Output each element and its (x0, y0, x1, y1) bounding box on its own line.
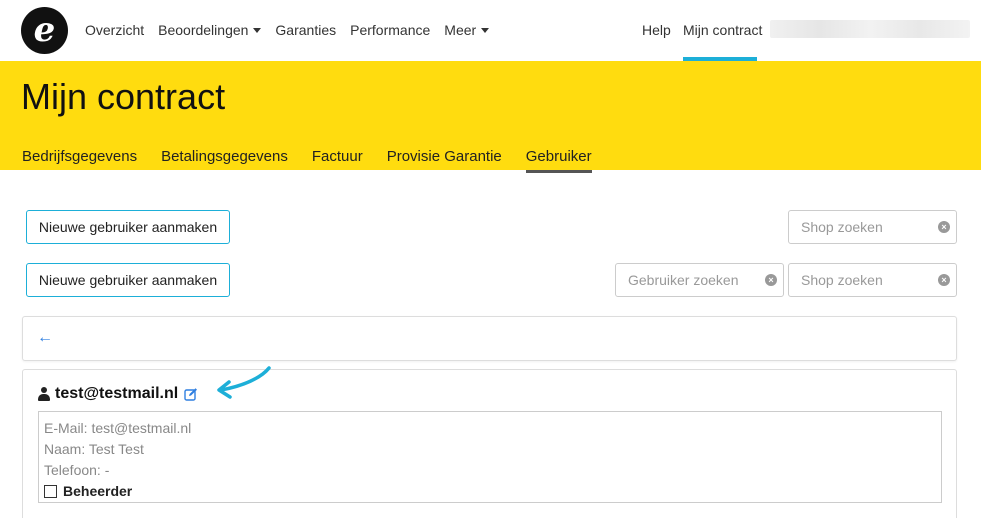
user-email-line: E-Mail: test@testmail.nl (44, 420, 192, 436)
nav-item-meer[interactable]: Meer (444, 22, 490, 38)
nav-item-garanties[interactable]: Garanties (275, 22, 336, 38)
chevron-down-icon (253, 27, 262, 33)
nav-item-beoordelingen[interactable]: Beoordelingen (158, 22, 262, 38)
nav-item-overzicht[interactable]: Overzicht (85, 22, 144, 38)
tab-bedrijfsgegevens[interactable]: Bedrijfsgegevens (22, 148, 137, 173)
user-heading: test@testmail.nl (38, 385, 198, 403)
tab-provisie-garantie[interactable]: Provisie Garantie (387, 148, 502, 173)
nav-item-performance[interactable]: Performance (350, 22, 430, 38)
user-search-input[interactable]: Gebruiker zoeken × (615, 263, 784, 297)
user-phone-line: Telefoon: - (44, 462, 110, 478)
shop-search-placeholder: Shop zoeken (801, 272, 883, 288)
clear-icon[interactable]: × (938, 274, 950, 286)
page-header: Mijn contract Bedrijfsgegevens Betalings… (0, 61, 981, 173)
admin-label: Beheerder (63, 483, 133, 499)
tab-betalingsgegevens[interactable]: Betalingsgegevens (161, 148, 288, 173)
admin-row: Beheerder (44, 481, 936, 502)
account-menu[interactable] (770, 20, 970, 38)
annotation-arrow-icon (217, 366, 271, 399)
user-panel: test@testmail.nl E-Mail: test@testmail.n… (22, 366, 957, 518)
nav-item-label: Garanties (275, 22, 337, 38)
back-panel: ← (22, 316, 957, 361)
new-user-button[interactable]: Nieuwe gebruiker aanmaken (26, 210, 230, 244)
new-user-button-2[interactable]: Nieuwe gebruiker aanmaken (26, 263, 230, 297)
nav-item-label: Performance (350, 22, 431, 38)
user-email-title: test@testmail.nl (55, 385, 179, 402)
user-search-placeholder: Gebruiker zoeken (628, 272, 739, 288)
top-navbar: e Overzicht Beoordelingen Garanties Perf… (0, 0, 981, 61)
nav-contract-link[interactable]: Mijn contract (683, 22, 762, 38)
shop-search-placeholder: Shop zoeken (801, 219, 883, 235)
tab-gebruiker[interactable]: Gebruiker (525, 148, 592, 173)
page-title: Mijn contract (21, 76, 226, 117)
main-nav: Overzicht Beoordelingen Garanties Perfor… (85, 22, 503, 38)
nav-item-label: Overzicht (85, 22, 145, 38)
nav-item-label: Beoordelingen (158, 22, 249, 38)
edit-icon[interactable] (184, 387, 198, 401)
user-icon (38, 387, 50, 401)
contract-tabs: Bedrijfsgegevens Betalingsgegevens Factu… (22, 148, 616, 173)
shop-search-input[interactable]: Shop zoeken × (788, 210, 957, 244)
chevron-down-icon (481, 27, 490, 33)
nav-item-label: Meer (444, 22, 477, 38)
shop-search-input-2[interactable]: Shop zoeken × (788, 263, 957, 297)
clear-icon[interactable]: × (938, 221, 950, 233)
admin-checkbox[interactable] (44, 485, 57, 498)
logo-letter: e (33, 10, 56, 50)
logo[interactable]: e (21, 7, 68, 54)
user-name-line: Naam: Test Test (44, 441, 144, 457)
tab-factuur[interactable]: Factuur (312, 148, 363, 173)
user-details: E-Mail: test@testmail.nl Naam: Test Test… (38, 411, 942, 503)
nav-help-link[interactable]: Help (642, 22, 671, 38)
clear-icon[interactable]: × (765, 274, 777, 286)
arrow-left-icon[interactable]: ← (37, 329, 53, 347)
